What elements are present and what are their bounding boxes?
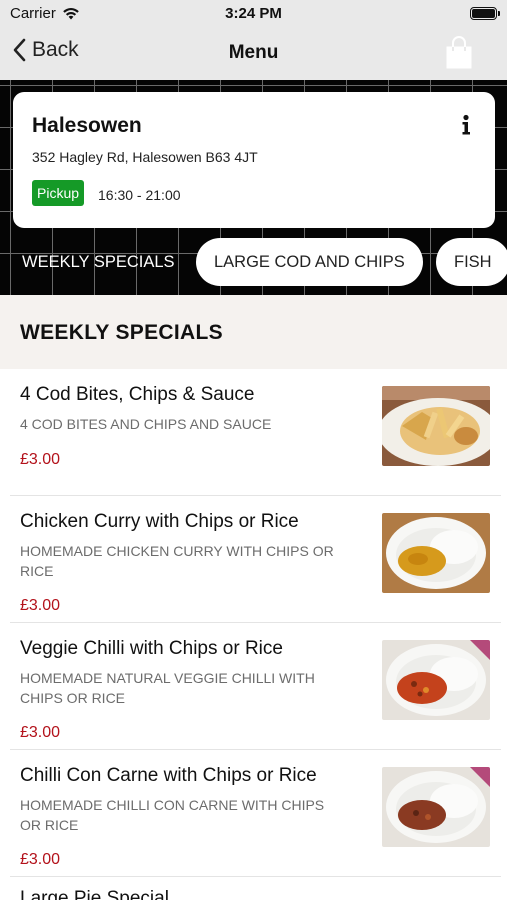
item-photo [382,767,490,847]
menu-list: 4 Cod Bites, Chips & Sauce 4 COD BITES A… [0,369,507,877]
item-price: £3.00 [20,724,61,741]
store-address: 352 Hagley Rd, Halesowen B63 4JT [32,149,258,165]
section-header: WEEKLY SPECIALS [0,295,507,369]
battery-icon [470,7,500,20]
status-time: 3:24 PM [225,5,282,22]
info-icon[interactable] [459,114,473,136]
tab-large-cod-and-chips[interactable]: LARGE COD AND CHIPS [196,238,423,286]
item-name: Veggie Chilli with Chips or Rice [20,638,283,659]
pickup-badge: Pickup [32,180,85,206]
item-description: 4 COD BITES AND CHIPS AND SAUCE [20,416,272,432]
item-name: 4 Cod Bites, Chips & Sauce [20,384,255,405]
tab-fish[interactable]: FISH [436,238,507,286]
item-description: HOMEMADE CHILLI CON CARNE WITH CHIPS OR … [20,797,325,833]
divider [10,876,501,877]
item-price: £3.00 [20,451,61,468]
item-description: HOMEMADE CHICKEN CURRY WITH CHIPS OR RIC… [20,543,334,579]
item-name: Chilli Con Carne with Chips or Rice [20,765,317,786]
menu-item[interactable]: Chilli Con Carne with Chips or Rice HOME… [0,750,507,877]
shopping-bag-icon[interactable] [445,36,473,70]
pickup-hours: 16:30 - 21:00 [98,187,181,203]
item-description: HOMEMADE NATURAL VEGGIE CHILLI WITH CHIP… [20,670,315,706]
item-name: Chicken Curry with Chips or Rice [20,511,299,532]
menu-item-partial[interactable]: Large Pie Special [20,888,169,900]
nav-bar: Back Menu [0,28,507,80]
category-tabs: WEEKLY SPECIALS LARGE COD AND CHIPS FISH [0,238,507,286]
item-photo [382,386,490,466]
store-name: Halesowen [32,114,142,137]
item-photo [382,640,490,720]
store-hero: Halesowen 352 Hagley Rd, Halesowen B63 4… [0,80,507,295]
menu-item[interactable]: 4 Cod Bites, Chips & Sauce 4 COD BITES A… [0,369,507,496]
status-bar: Carrier 3:24 PM [0,0,507,28]
item-price: £3.00 [20,851,61,868]
page-title: Menu [228,42,279,63]
menu-item[interactable]: Veggie Chilli with Chips or Rice HOMEMAD… [0,623,507,750]
item-price: £3.00 [20,597,61,614]
menu-item[interactable]: Chicken Curry with Chips or Rice HOMEMAD… [0,496,507,623]
item-photo [382,513,490,593]
tab-weekly-specials[interactable]: WEEKLY SPECIALS [22,238,175,286]
section-title: WEEKLY SPECIALS [20,321,223,344]
store-card: Halesowen 352 Hagley Rd, Halesowen B63 4… [13,92,495,228]
